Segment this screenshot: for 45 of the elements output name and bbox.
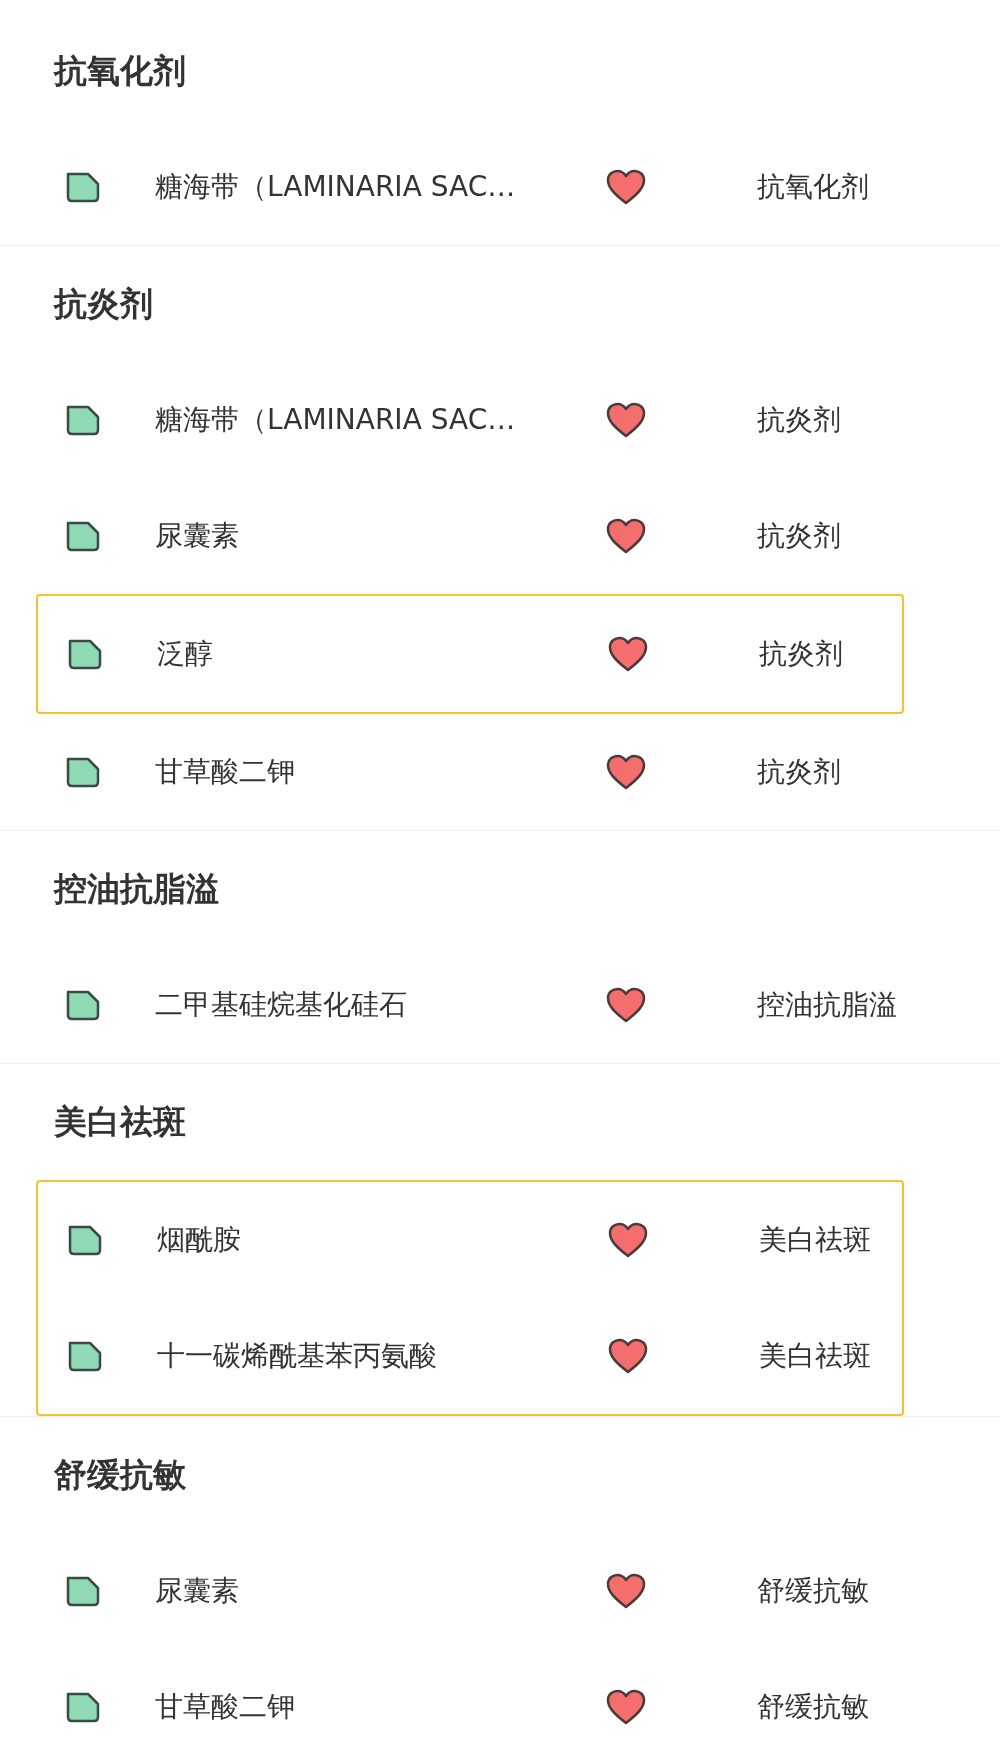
- heart-icon[interactable]: [607, 1337, 649, 1375]
- heart-icon[interactable]: [605, 401, 647, 439]
- function-label: 控油抗脂溢: [757, 987, 897, 1023]
- ingredient-name: 十一碳烯酰基苯丙氨酸: [157, 1338, 438, 1374]
- heart-icon[interactable]: [605, 168, 647, 206]
- function-label: 抗炎剂: [757, 754, 841, 790]
- ingredient-name: 泛醇: [157, 636, 214, 672]
- tag-icon: [64, 170, 102, 204]
- section-heading: 抗炎剂: [54, 283, 153, 326]
- heart-icon[interactable]: [605, 986, 647, 1024]
- ingredient-name: 甘草酸二钾: [155, 1689, 296, 1725]
- heart-icon[interactable]: [605, 753, 647, 791]
- section-heading: 舒缓抗敏: [54, 1454, 186, 1497]
- function-label: 抗炎剂: [759, 636, 843, 672]
- ingredient-name: 尿囊素: [155, 518, 240, 554]
- heart-icon[interactable]: [605, 517, 647, 555]
- ingredient-name: 烟酰胺: [157, 1222, 242, 1258]
- tag-icon: [66, 1223, 104, 1257]
- ingredient-name: 二甲基硅烷基化硅石: [155, 987, 408, 1023]
- tag-icon: [64, 519, 102, 553]
- ingredient-name: 尿囊素: [155, 1573, 240, 1609]
- tag-icon: [64, 1690, 102, 1724]
- function-label: 抗氧化剂: [757, 169, 869, 205]
- heart-icon[interactable]: [605, 1572, 647, 1610]
- function-label: 抗炎剂: [757, 518, 841, 554]
- tag-icon: [66, 1339, 104, 1373]
- ingredient-name: 糖海带（LAMINARIA SAC…: [155, 169, 517, 205]
- section-heading: 控油抗脂溢: [54, 868, 219, 911]
- tag-icon: [64, 755, 102, 789]
- ingredient-name: 甘草酸二钾: [155, 754, 296, 790]
- function-label: 舒缓抗敏: [757, 1573, 869, 1609]
- tag-icon: [64, 403, 102, 437]
- section-heading: 美白祛斑: [54, 1101, 186, 1144]
- function-label: 美白祛斑: [759, 1338, 871, 1374]
- function-label: 美白祛斑: [759, 1222, 871, 1258]
- section-heading: 抗氧化剂: [54, 50, 186, 93]
- tag-icon: [64, 1574, 102, 1608]
- tag-icon: [64, 988, 102, 1022]
- tag-icon: [66, 637, 104, 671]
- heart-icon[interactable]: [605, 1688, 647, 1726]
- heart-icon[interactable]: [607, 1221, 649, 1259]
- ingredient-name: 糖海带（LAMINARIA SAC…: [155, 402, 517, 438]
- function-label: 抗炎剂: [757, 402, 841, 438]
- heart-icon[interactable]: [607, 635, 649, 673]
- function-label: 舒缓抗敏: [757, 1689, 869, 1725]
